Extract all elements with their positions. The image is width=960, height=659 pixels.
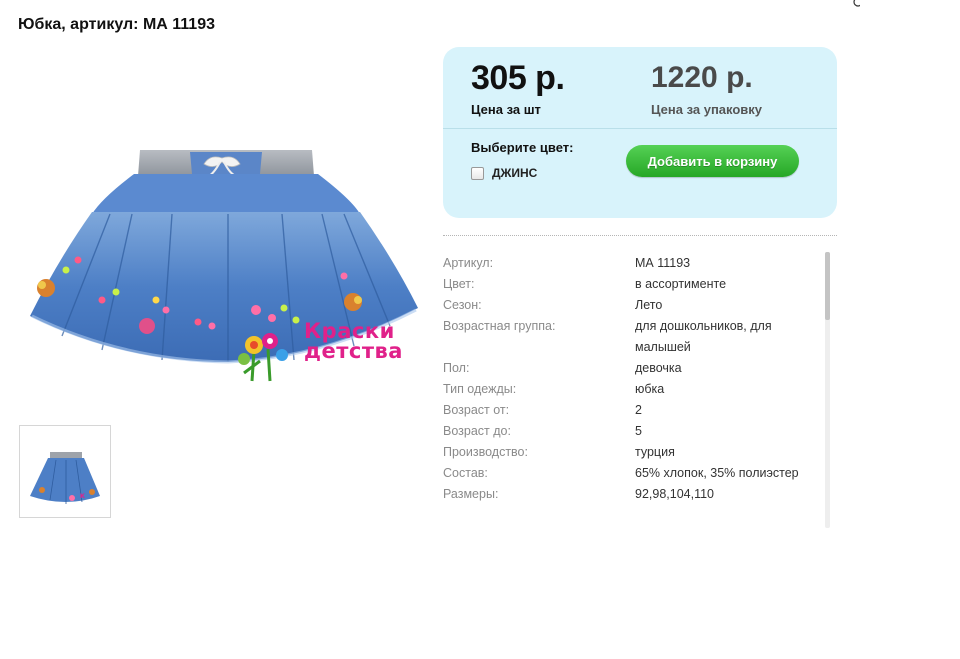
spec-key: Производство: bbox=[443, 445, 528, 459]
spec-key: Цвет: bbox=[443, 277, 475, 291]
spec-row: Цвет: в ассортименте bbox=[443, 274, 823, 295]
color-option-label: ДЖИНС bbox=[492, 166, 538, 180]
brand-line-2: детства bbox=[304, 339, 403, 363]
color-option-jeans[interactable]: ДЖИНС bbox=[471, 165, 537, 181]
spec-key: Состав: bbox=[443, 466, 488, 480]
section-divider bbox=[443, 235, 837, 236]
spec-row: Возрастная группа: для дошкольников, для … bbox=[443, 316, 823, 358]
product-thumbnail[interactable]: К bbox=[19, 425, 111, 518]
add-to-cart-button[interactable]: Добавить в корзину bbox=[626, 145, 799, 177]
specs-list: Артикул: МА 11193 Цвет: в ассортименте Сезон… bbox=[443, 253, 823, 528]
spec-key: Пол: bbox=[443, 361, 470, 375]
flowers-logo-icon bbox=[238, 333, 288, 382]
spec-value: Лето bbox=[635, 298, 663, 312]
svg-text:К: К bbox=[80, 493, 85, 500]
spec-value: 5 bbox=[635, 424, 642, 438]
spec-value: в ассортименте bbox=[635, 277, 727, 291]
spec-row: Возраст от: 2 bbox=[443, 400, 823, 421]
spec-value: юбка bbox=[635, 382, 665, 396]
spec-row: Производство: турция bbox=[443, 442, 823, 463]
spec-value: турция bbox=[635, 445, 675, 459]
spec-row: Размеры: 92,98,104,110 bbox=[443, 484, 823, 505]
spec-key: Возраст от: bbox=[443, 403, 510, 417]
spec-row: Возраст до: 5 bbox=[443, 421, 823, 442]
spec-value: МА 11193 bbox=[635, 256, 691, 270]
specs-scrollbar[interactable] bbox=[825, 252, 830, 528]
spec-key: Размеры: bbox=[443, 487, 499, 501]
spec-value: 2 bbox=[635, 403, 642, 417]
spec-value: 65% хлопок, 35% полиэстер bbox=[635, 466, 799, 480]
unit-price-label: Цена за шт bbox=[471, 102, 541, 117]
spec-key: Артикул: bbox=[443, 256, 494, 270]
page-title: Юбка, артикул: МА 11193 bbox=[18, 16, 215, 33]
spec-row: Артикул: МА 11193 bbox=[443, 253, 823, 274]
spec-row: Тип одежды: юбка bbox=[443, 379, 823, 400]
thumbnail-skirt-icon: К bbox=[30, 452, 100, 504]
price-box: 305 р. Цена за шт 1220 р. Цена за упаков… bbox=[443, 47, 837, 218]
price-divider bbox=[443, 128, 837, 129]
pack-price: 1220 р. bbox=[651, 61, 753, 94]
spec-key: Тип одежды: bbox=[443, 382, 517, 396]
brand-logo: Краски детства bbox=[234, 321, 419, 385]
brand-text: Краски детства bbox=[304, 321, 403, 363]
choose-color-label: Выберите цвет: bbox=[471, 140, 574, 155]
pack-price-label: Цена за упаковку bbox=[651, 102, 763, 117]
spec-value: 92,98,104,110 bbox=[635, 487, 715, 501]
spec-key: Возрастная группа: bbox=[443, 319, 556, 333]
spec-row: Состав: 65% хлопок, 35% полиэстер bbox=[443, 463, 823, 484]
spec-key: Возраст до: bbox=[443, 424, 511, 438]
spec-key: Сезон: bbox=[443, 298, 482, 312]
unit-price: 305 р. bbox=[471, 59, 565, 97]
color-checkbox[interactable] bbox=[471, 166, 484, 180]
scrollbar-thumb[interactable] bbox=[825, 252, 830, 320]
spec-row: Пол: девочка bbox=[443, 358, 823, 379]
spec-value: для дошкольников, для малышей bbox=[635, 319, 772, 354]
corner-icon bbox=[853, 0, 860, 7]
spec-row: Сезон: Лето bbox=[443, 295, 823, 316]
spec-value: девочка bbox=[635, 361, 682, 375]
